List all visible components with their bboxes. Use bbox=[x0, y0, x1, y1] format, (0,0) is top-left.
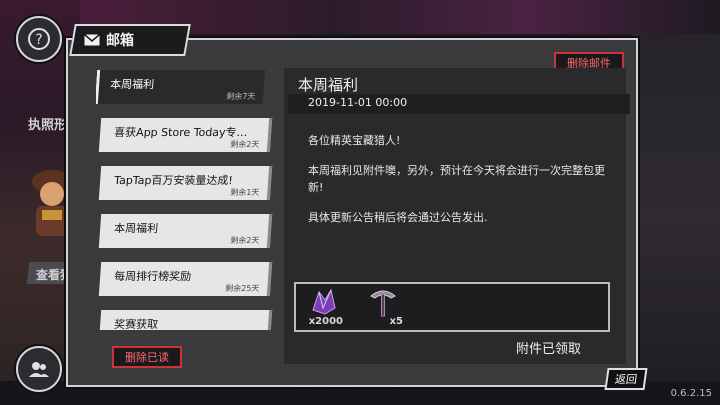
attachment-count: x2000 bbox=[308, 316, 343, 327]
mail-item[interactable]: 本周福利 剩余2天 bbox=[98, 214, 273, 248]
mailbox-title-tab: 邮箱 bbox=[69, 24, 191, 56]
mail-item-remaining: 剩余1天 bbox=[229, 188, 260, 197]
svg-text:?: ? bbox=[35, 32, 42, 48]
mail-body-line: 各位精英宝藏猎人! bbox=[308, 134, 401, 147]
help-icon: ? bbox=[28, 28, 50, 50]
pickaxe-icon bbox=[370, 290, 396, 317]
version-label: 0.6.2.15 bbox=[670, 388, 712, 399]
window-title: 邮箱 bbox=[106, 33, 134, 49]
mail-body: 各位精英宝藏猎人! 本周福利见附件噢，另外，预计在今天将会进行一次完整包更新! … bbox=[308, 132, 608, 239]
mail-item-title: 奖赛获取 bbox=[113, 318, 159, 330]
mail-item-remaining: 剩余2天 bbox=[229, 140, 260, 149]
mail-item-remaining: 剩余2天 bbox=[229, 236, 260, 245]
mail-item[interactable]: 喜获App Store Today专… 剩余2天 bbox=[98, 118, 273, 152]
mail-item[interactable]: 每周排行榜奖励 剩余25天 bbox=[98, 262, 273, 296]
mail-list[interactable]: 本周福利 剩余7天 喜获App Store Today专… 剩余2天 TapTa… bbox=[96, 66, 276, 330]
back-button[interactable]: 返回 bbox=[604, 368, 648, 390]
mail-detail-title: 本周福利 bbox=[298, 76, 359, 94]
mail-item-title: 本周福利 bbox=[113, 222, 159, 235]
mail-item-remaining: 剩余25天 bbox=[224, 284, 260, 293]
mail-detail: 本周福利 2019-11-01 00:00 各位精英宝藏猎人! 本周福利见附件噢… bbox=[284, 68, 630, 364]
envelope-icon bbox=[84, 34, 100, 46]
attachment-slot[interactable]: x2000 bbox=[300, 286, 346, 328]
community-button[interactable] bbox=[16, 346, 62, 392]
attachment-claimed-label: 附件已领取 bbox=[516, 342, 582, 357]
mail-item-title: 每周排行榜奖励 bbox=[113, 270, 192, 283]
help-button[interactable]: ? bbox=[16, 16, 62, 62]
mail-item[interactable]: 本周福利 剩余7天 bbox=[96, 70, 266, 104]
mail-item-remaining: 剩余7天 bbox=[225, 92, 256, 101]
attachment-count: x5 bbox=[389, 316, 403, 327]
back-label: 返回 bbox=[614, 373, 638, 386]
mail-item-title: 本周福利 bbox=[109, 78, 155, 91]
mail-item[interactable]: 奖赛获取 bbox=[98, 310, 273, 330]
purple-crystal-icon bbox=[312, 288, 336, 315]
delete-read-button[interactable]: 删除已读 bbox=[112, 346, 182, 368]
mail-item-title: TapTap百万安装量达成! bbox=[113, 174, 234, 187]
mail-item[interactable]: TapTap百万安装量达成! 剩余1天 bbox=[98, 166, 273, 200]
mail-body-line: 具体更新公告稍后将会通过公告发出. bbox=[308, 211, 488, 224]
background-right bbox=[630, 34, 720, 405]
mail-body-line: 本周福利见附件噢，另外，预计在今天将会进行一次完整包更新! bbox=[308, 164, 605, 194]
mail-item-title: 喜获App Store Today专… bbox=[113, 126, 249, 139]
attachment-box: x2000 x5 bbox=[294, 282, 610, 332]
attachment-slot[interactable]: x5 bbox=[360, 286, 406, 328]
mail-detail-date: 2019-11-01 00:00 bbox=[308, 96, 408, 109]
group-icon bbox=[29, 362, 49, 377]
